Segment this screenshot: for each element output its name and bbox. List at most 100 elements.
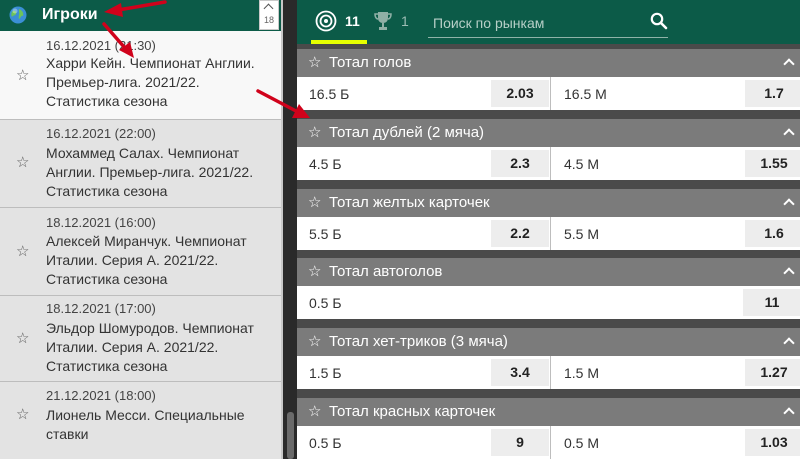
event-date: 16.12.2021 (21:30) — [46, 38, 156, 53]
odds-button[interactable]: 1.6 — [745, 220, 800, 247]
star-icon[interactable]: ☆ — [308, 264, 321, 279]
event-title: Алексей Миранчук. Чемпионат Италии. Сери… — [46, 233, 247, 287]
list-item[interactable]: 18.12.2021 (17:00) ☆ Эльдор Шомуродов. Ч… — [0, 296, 281, 382]
players-panel-header[interactable]: Игроки 18 — [0, 0, 283, 31]
odds-button[interactable]: 2.03 — [491, 80, 549, 107]
search-icon[interactable] — [650, 12, 668, 30]
event-title: Мохаммед Салах. Чемпионат Англии. Премье… — [46, 145, 254, 199]
outcome-under[interactable]: 4.5 М 1.55 — [551, 147, 800, 180]
star-icon[interactable]: ☆ — [308, 404, 321, 419]
players-panel-title: Игроки — [42, 6, 98, 23]
star-icon[interactable]: ☆ — [16, 155, 30, 170]
markets-toolbar: 11 1 — [297, 0, 800, 44]
odds-button[interactable]: 9 — [491, 429, 549, 456]
tab-trophy[interactable]: 1 — [373, 10, 413, 32]
chevron-up-icon[interactable] — [783, 58, 795, 70]
odds-button[interactable]: 2.3 — [491, 150, 549, 177]
outcome-under[interactable]: 0.5 М 1.03 — [551, 426, 800, 459]
star-icon[interactable]: ☆ — [308, 334, 321, 349]
outcome-over[interactable]: 5.5 Б 2.2 — [297, 217, 551, 250]
market-outcomes: 4.5 Б 2.3 4.5 М 1.55 — [297, 147, 800, 180]
star-icon[interactable]: ☆ — [308, 55, 321, 70]
market-outcomes: 5.5 Б 2.2 5.5 М 1.6 — [297, 217, 800, 250]
star-icon[interactable]: ☆ — [308, 195, 321, 210]
market-block: ☆ Тотал хет-триков (3 мяча) 1.5 Б 3.4 1.… — [297, 323, 800, 389]
outcome-label: 0.5 М — [564, 435, 600, 451]
market-header[interactable]: ☆ Тотал голов — [297, 49, 800, 77]
outcome-over[interactable]: 4.5 Б 2.3 — [297, 147, 551, 180]
outcome-label: 16.5 М — [564, 86, 607, 102]
star-icon[interactable]: ☆ — [308, 125, 321, 140]
tab-all-markets[interactable]: 11 — [315, 10, 369, 32]
outcome-label: 4.5 М — [564, 156, 600, 172]
market-name: Тотал дублей (2 мяча) — [329, 124, 485, 141]
event-title: Лионель Месси. Специальные ставки — [46, 407, 245, 442]
outcome-label: 4.5 Б — [309, 156, 342, 172]
market-header[interactable]: ☆ Тотал дублей (2 мяча) — [297, 119, 800, 147]
market-block: ☆ Тотал красных карточек 0.5 Б 9 0.5 М 1… — [297, 393, 800, 459]
list-item[interactable]: 18.12.2021 (16:00) ☆ Алексей Миранчук. Ч… — [0, 208, 281, 296]
outcome-under[interactable]: 16.5 М 1.7 — [551, 77, 800, 110]
market-header[interactable]: ☆ Тотал автоголов — [297, 258, 800, 286]
outcome-label: 1.5 М — [564, 365, 600, 381]
market-header[interactable]: ☆ Тотал желтых карточек — [297, 189, 800, 217]
players-count-toggle[interactable]: 18 — [259, 0, 279, 30]
chevron-up-icon[interactable] — [783, 407, 795, 419]
market-name: Тотал голов — [329, 54, 412, 71]
market-name: Тотал красных карточек — [329, 403, 496, 420]
markets-list: ☆ Тотал голов 16.5 Б 2.03 16.5 М 1.7 ☆ Т… — [297, 44, 800, 459]
globe-icon — [9, 6, 27, 24]
event-date: 18.12.2021 (17:00) — [46, 301, 156, 316]
odds-button[interactable]: 1.03 — [745, 429, 800, 456]
odds-button[interactable]: 2.2 — [491, 220, 549, 247]
scrollbar-track[interactable] — [283, 0, 297, 459]
outcome-label: 5.5 М — [564, 226, 600, 242]
outcome-over[interactable]: 16.5 Б 2.03 — [297, 77, 551, 110]
players-panel: Игроки 18 16.12.2021 (21:30) ☆ Харри Кей… — [0, 0, 283, 459]
market-outcomes: 0.5 Б 11 — [297, 286, 800, 319]
trophy-icon — [374, 12, 392, 30]
star-icon[interactable]: ☆ — [16, 407, 30, 422]
outcome-under[interactable]: 5.5 М 1.6 — [551, 217, 800, 250]
chevron-up-icon[interactable] — [783, 198, 795, 210]
chevron-up-icon[interactable] — [783, 128, 795, 140]
list-item[interactable]: 21.12.2021 (18:00) ☆ Лионель Месси. Спец… — [0, 382, 281, 459]
odds-button[interactable]: 1.7 — [745, 80, 800, 107]
market-block: ☆ Тотал голов 16.5 Б 2.03 16.5 М 1.7 — [297, 44, 800, 110]
scrollbar-thumb[interactable] — [287, 412, 294, 459]
market-name: Тотал автоголов — [329, 263, 443, 280]
odds-button[interactable]: 11 — [743, 289, 800, 316]
chevron-up-icon[interactable] — [783, 267, 795, 279]
outcome-over[interactable]: 1.5 Б 3.4 — [297, 356, 551, 389]
star-icon[interactable]: ☆ — [16, 331, 30, 346]
search-input[interactable] — [433, 13, 633, 33]
event-date: 16.12.2021 (22:00) — [46, 126, 156, 141]
chevron-up-icon — [263, 3, 274, 14]
market-block: ☆ Тотал автоголов 0.5 Б 11 — [297, 253, 800, 319]
odds-button[interactable]: 3.4 — [491, 359, 549, 386]
outcome-label: 0.5 Б — [309, 435, 342, 451]
players-count: 18 — [263, 15, 274, 25]
chevron-up-icon[interactable] — [783, 337, 795, 349]
event-title: Эльдор Шомуродов. Чемпионат Италии. Сери… — [46, 320, 254, 374]
outcome-label: 5.5 Б — [309, 226, 342, 242]
outcome-label: 16.5 Б — [309, 86, 350, 102]
outcome-over[interactable]: 0.5 Б 11 — [297, 286, 800, 319]
market-header[interactable]: ☆ Тотал хет-триков (3 мяча) — [297, 328, 800, 356]
star-icon[interactable]: ☆ — [16, 244, 30, 259]
market-outcomes: 1.5 Б 3.4 1.5 М 1.27 — [297, 356, 800, 389]
outcome-under[interactable]: 1.5 М 1.27 — [551, 356, 800, 389]
event-title: Харри Кейн. Чемпионат Англии. Премьер-ли… — [46, 55, 255, 109]
outcome-over[interactable]: 0.5 Б 9 — [297, 426, 551, 459]
market-outcomes: 16.5 Б 2.03 16.5 М 1.7 — [297, 77, 800, 110]
outcome-label: 0.5 Б — [309, 295, 342, 311]
list-item[interactable]: 16.12.2021 (22:00) ☆ Мохаммед Салах. Чем… — [0, 120, 281, 208]
star-icon[interactable]: ☆ — [16, 68, 30, 83]
list-item[interactable]: 16.12.2021 (21:30) ☆ Харри Кейн. Чемпион… — [0, 31, 281, 120]
odds-button[interactable]: 1.27 — [745, 359, 800, 386]
odds-button[interactable]: 1.55 — [745, 150, 800, 177]
event-date: 21.12.2021 (18:00) — [46, 388, 156, 403]
market-block: ☆ Тотал дублей (2 мяча) 4.5 Б 2.3 4.5 М … — [297, 114, 800, 180]
market-header[interactable]: ☆ Тотал красных карточек — [297, 398, 800, 426]
trophy-count: 1 — [401, 13, 409, 29]
